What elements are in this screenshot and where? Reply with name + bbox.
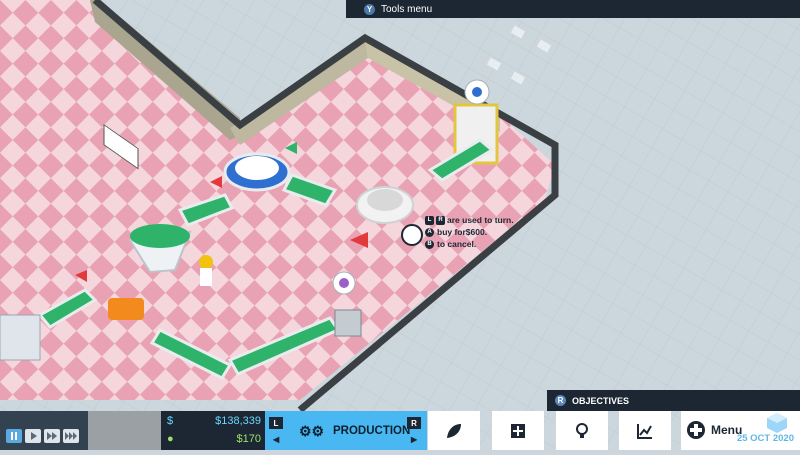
research-button[interactable]	[427, 411, 480, 450]
objectives-label: OBJECTIVES	[572, 395, 630, 406]
money-panel: $ $138,339 ● $170	[161, 411, 265, 450]
game-date: 25 OCT 2020	[736, 433, 794, 444]
left-chevron-icon[interactable]: ◀	[273, 435, 279, 444]
tools-menu-label: Tools menu	[381, 3, 433, 15]
hr-button[interactable]	[491, 411, 544, 450]
ideas-button[interactable]	[555, 411, 608, 450]
speed-controls	[0, 411, 88, 450]
y-button-icon: Y	[364, 3, 375, 15]
right-chevron-icon[interactable]: ▶	[411, 435, 417, 444]
worker-head	[199, 255, 213, 269]
gears-icon: ⚙⚙	[299, 423, 325, 439]
lightbulb-icon	[576, 422, 588, 438]
production-label: PRODUCTION	[333, 425, 411, 437]
menu-button[interactable]: Menu	[680, 411, 800, 450]
pause-icon	[6, 429, 22, 443]
placement-tooltip: L R are used to turn. A buy for$600. B t…	[425, 214, 514, 250]
objectives-button[interactable]: R OBJECTIVES	[547, 390, 800, 411]
speed-panel-spacer	[88, 411, 161, 450]
plus-icon	[511, 423, 525, 438]
l-bumper-icon: L	[269, 417, 283, 429]
cash-value: $138,339	[215, 415, 261, 427]
r-bumper-icon: R	[407, 417, 421, 429]
chart-icon	[637, 423, 652, 439]
income-icon: ●	[167, 433, 174, 445]
l-key-icon: L	[425, 215, 434, 225]
a-button-icon: A	[425, 227, 434, 237]
tools-menu-bar[interactable]: Y Tools menu	[346, 0, 800, 18]
tooltip-cancel-text: to cancel.	[437, 239, 477, 249]
press-machine	[0, 314, 41, 361]
placement-cursor-icon	[401, 224, 423, 246]
b-button-icon: B	[425, 239, 434, 249]
income-value: $170	[236, 433, 261, 445]
factory-scene[interactable]	[0, 0, 800, 450]
game-viewport[interactable]	[0, 0, 800, 450]
stats-button[interactable]	[618, 411, 671, 450]
worker-body	[200, 268, 212, 286]
tooltip-buy-text: buy for$600.	[437, 227, 488, 237]
cube-logo-icon	[767, 413, 787, 433]
tooltip-turn-text: are used to turn.	[447, 215, 514, 225]
dpad-icon	[687, 421, 705, 439]
orange-motor	[108, 298, 144, 320]
r-key-icon: R	[436, 215, 445, 225]
leaf-icon	[447, 423, 461, 438]
production-tab[interactable]: L ◀ ⚙⚙ PRODUCTION R ▶	[265, 411, 427, 450]
r-button-icon: R	[555, 395, 566, 406]
grey-machine	[334, 309, 362, 337]
cash-symbol: $	[167, 415, 174, 427]
